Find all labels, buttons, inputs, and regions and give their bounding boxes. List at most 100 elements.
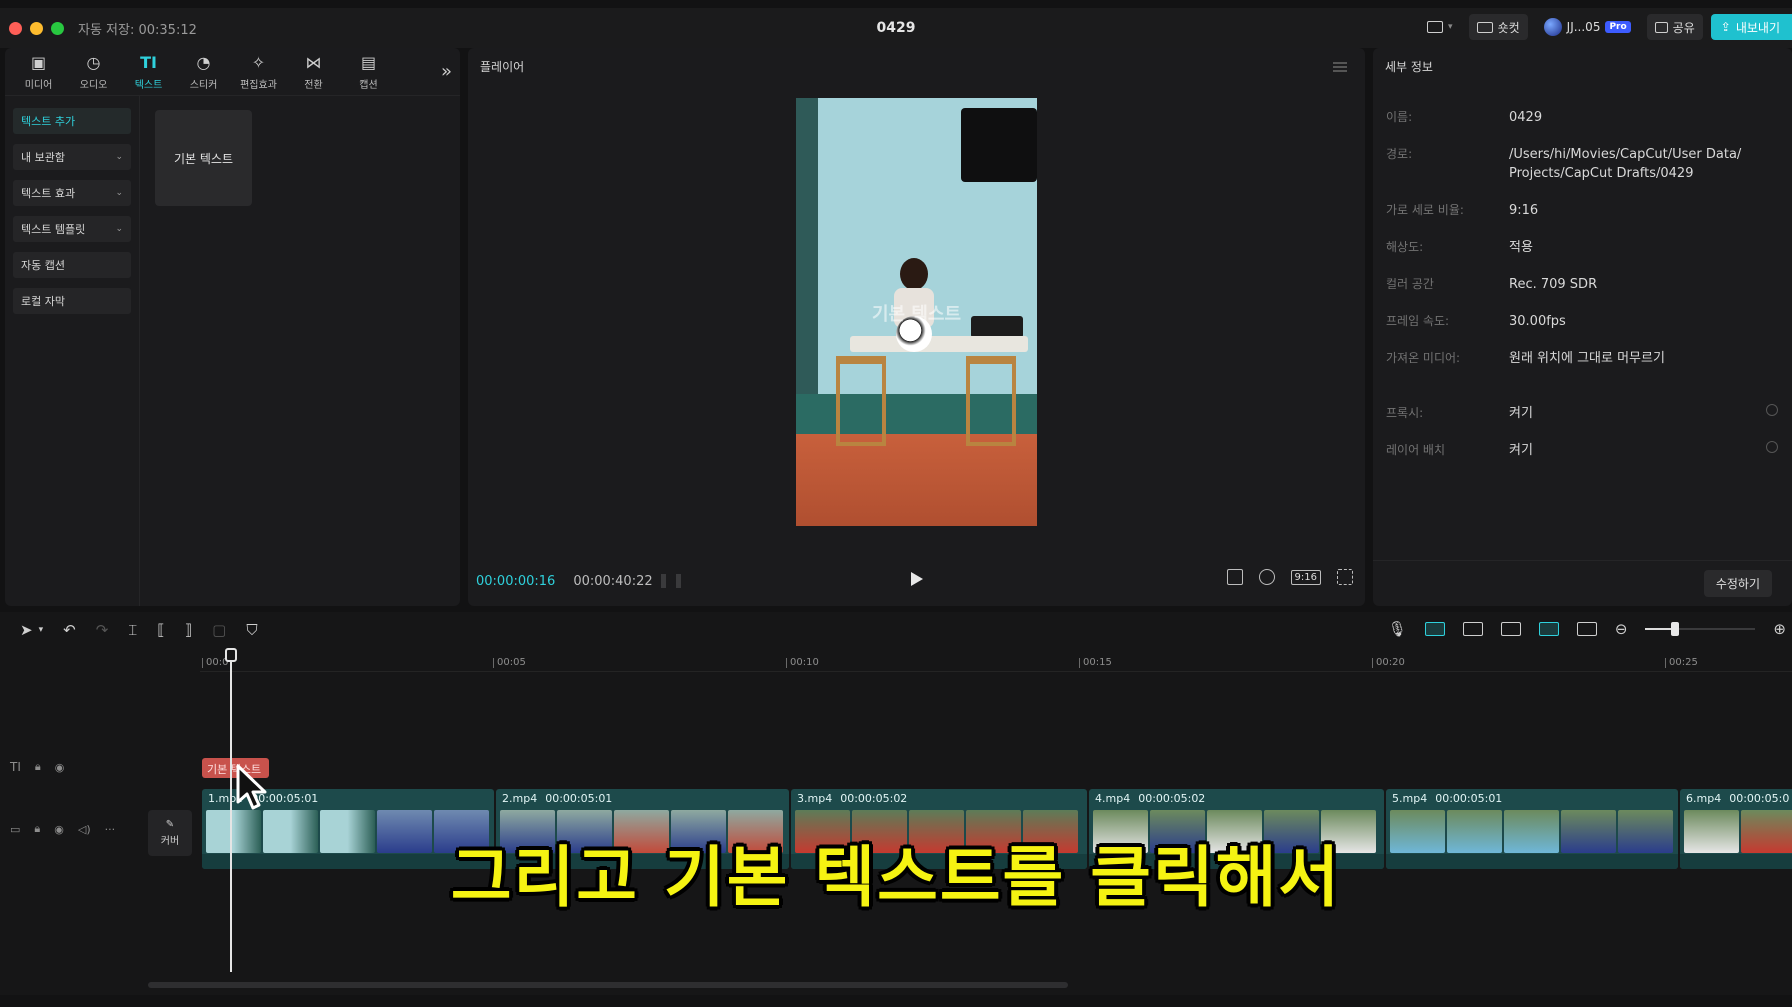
- tab-transition[interactable]: ⋈ 전환: [286, 48, 341, 95]
- sidebar-item-text-templates[interactable]: 텍스트 템플릿 ⌄: [13, 216, 131, 242]
- magnet-link-icon[interactable]: [1424, 622, 1445, 636]
- minimize-window-button[interactable]: [30, 21, 43, 35]
- preview-window: [961, 108, 1037, 182]
- preview-axis-icon[interactable]: [1538, 622, 1559, 636]
- share-label: 공유: [1672, 20, 1695, 35]
- tab-label: 텍스트: [134, 79, 163, 91]
- ruler-tick: 00:25: [1665, 657, 1698, 668]
- text-track-icon: TI: [10, 760, 21, 774]
- trim-right-icon[interactable]: ⟧: [185, 621, 192, 639]
- share-button[interactable]: 공유: [1646, 14, 1703, 40]
- detail-row-name: 이름: 0429: [1386, 108, 1786, 127]
- help-icon[interactable]: [1766, 441, 1778, 453]
- more-tabs-button[interactable]: »: [441, 48, 452, 95]
- keyboard-icon: [1476, 21, 1493, 33]
- audio-icon: ◷: [86, 53, 101, 72]
- detail-key: 이름:: [1386, 110, 1413, 124]
- close-window-button[interactable]: [9, 21, 22, 35]
- playhead-handle[interactable]: [225, 648, 237, 662]
- tab-sticker[interactable]: ◔ 스티커: [176, 48, 231, 95]
- timeline-toolbar: ➤ ▾ ↶ ↷ ⌶ ⟦ ⟧ ▢ ⛉ 🎙 ⊖ ⊕: [0, 612, 1792, 648]
- snap-icon[interactable]: [1462, 622, 1483, 636]
- detail-row-resolution: 해상도: 적용: [1386, 238, 1786, 257]
- detail-key: 가로 세로 비율:: [1386, 203, 1464, 217]
- clip-duration: 00:00:05:0: [1729, 792, 1790, 805]
- tab-media[interactable]: ▣ 미디어: [11, 48, 66, 95]
- detail-key: 프록시:: [1386, 406, 1424, 420]
- ruler-tick: 00:10: [786, 657, 819, 668]
- sidebar-item-add-text[interactable]: 텍스트 추가: [13, 108, 131, 134]
- details-title: 세부 정보: [1385, 59, 1433, 74]
- select-tool-icon[interactable]: ➤: [20, 621, 33, 639]
- menu-icon[interactable]: [1333, 62, 1347, 72]
- sidebar-item-my-library[interactable]: 내 보관함 ⌄: [13, 144, 131, 170]
- text-sidebar: 텍스트 추가 내 보관함 ⌄ 텍스트 효과 ⌄ 텍스트 템플릿 ⌄ 자동 캡션 …: [5, 96, 140, 606]
- current-time: 00:00:00:16: [476, 573, 556, 589]
- clip-duration: 00:00:05:01: [545, 792, 613, 805]
- shortcut-label: 숏컷: [1497, 20, 1520, 35]
- chevron-down-icon[interactable]: ▾: [39, 625, 44, 635]
- tab-caption[interactable]: ▤ 캡션: [341, 48, 396, 95]
- tab-text[interactable]: TI 텍스트: [121, 48, 176, 95]
- sidebar-item-label: 텍스트 효과: [21, 187, 76, 200]
- playhead[interactable]: [230, 650, 232, 972]
- lock-icon[interactable]: 🔒︎: [35, 760, 41, 774]
- user-account-button[interactable]: JJ...05 Pro: [1536, 14, 1639, 40]
- tab-effects[interactable]: ✧ 편집효과: [231, 48, 286, 95]
- microphone-icon[interactable]: 🎙: [1388, 620, 1407, 638]
- timeline-scrollbar[interactable]: [148, 982, 1068, 988]
- split-icon[interactable]: ⌶: [128, 621, 137, 639]
- sidebar-item-text-effects[interactable]: 텍스트 효과 ⌄: [13, 180, 131, 206]
- redo-icon[interactable]: ↷: [96, 621, 109, 639]
- fullscreen-icon[interactable]: [1337, 569, 1353, 585]
- link-icon[interactable]: [1500, 622, 1521, 636]
- detail-key: 컬러 공간: [1386, 277, 1434, 291]
- zoom-slider-knob[interactable]: [1671, 622, 1680, 636]
- quality-icon[interactable]: [1226, 569, 1243, 585]
- ruler-tick: 00:15: [1079, 657, 1112, 668]
- sidebar-item-auto-caption[interactable]: 자동 캡션: [13, 252, 131, 278]
- screenshot-icon[interactable]: [1258, 569, 1275, 585]
- preview-table: [850, 336, 1028, 352]
- help-icon[interactable]: [1766, 404, 1778, 416]
- details-footer: 수정하기: [1373, 560, 1792, 606]
- detail-value: 적용: [1509, 240, 1533, 255]
- trim-left-icon[interactable]: ⟦: [157, 621, 164, 639]
- player-view-controls: 9:16: [1226, 569, 1353, 585]
- detail-value: 30.00fps: [1509, 314, 1566, 329]
- undo-icon[interactable]: ↶: [63, 621, 76, 639]
- detail-row-imported-media: 가져온 미디어: 원래 위치에 그대로 머무르기: [1386, 349, 1786, 368]
- clip-label: 3.mp4 00:00:05:02: [791, 789, 1087, 809]
- zoom-slider[interactable]: [1645, 622, 1756, 636]
- export-button[interactable]: ⇪ 내보내기: [1710, 14, 1792, 40]
- effects-icon: ✧: [251, 53, 266, 72]
- video-preview[interactable]: 기본 텍스트: [796, 98, 1037, 526]
- tab-audio[interactable]: ◷ 오디오: [66, 48, 121, 95]
- clip-name: 3.mp4: [797, 792, 833, 805]
- default-text-preset[interactable]: 기본 텍스트: [155, 110, 252, 206]
- preview-text-overlay[interactable]: 기본 텍스트: [796, 300, 1037, 326]
- details-list: 이름: 0429 경로: /Users/hi/Movies/CapCut/User …: [1386, 108, 1786, 478]
- maximize-window-button[interactable]: [51, 21, 64, 35]
- zoom-out-icon[interactable]: ⊖: [1615, 620, 1628, 638]
- ruler-tick: 00:05: [493, 657, 526, 668]
- edit-button[interactable]: 수정하기: [1703, 570, 1772, 597]
- sidebar-item-local-subtitle[interactable]: 로컬 자막: [13, 288, 131, 314]
- eye-icon[interactable]: ◉: [55, 761, 65, 774]
- clip-name: 4.mp4: [1095, 792, 1131, 805]
- chevron-down-icon: ⌄: [115, 152, 123, 162]
- clip-label: 5.mp4 00:00:05:01: [1386, 789, 1678, 809]
- zoom-in-icon[interactable]: ⊕: [1773, 620, 1786, 638]
- shield-icon[interactable]: ⛉: [246, 621, 257, 639]
- tab-label: 미디어: [24, 79, 53, 91]
- delete-icon[interactable]: ▢: [212, 621, 226, 639]
- share-icon: [1654, 21, 1668, 33]
- shortcut-button[interactable]: 숏컷: [1468, 14, 1528, 40]
- play-button[interactable]: [911, 572, 923, 586]
- clip-name: 6.mp4: [1686, 792, 1722, 805]
- fit-timeline-icon[interactable]: [1576, 622, 1597, 636]
- detail-value: /Users/hi/Movies/CapCut/User Data/ Proje…: [1509, 147, 1742, 181]
- aspect-ratio-button[interactable]: 9:16: [1290, 569, 1321, 585]
- timeline-ruler[interactable]: 00:0 00:05 00:10 00:15 00:20 00:25: [200, 652, 1792, 672]
- layout-button[interactable]: ▾: [1419, 14, 1461, 40]
